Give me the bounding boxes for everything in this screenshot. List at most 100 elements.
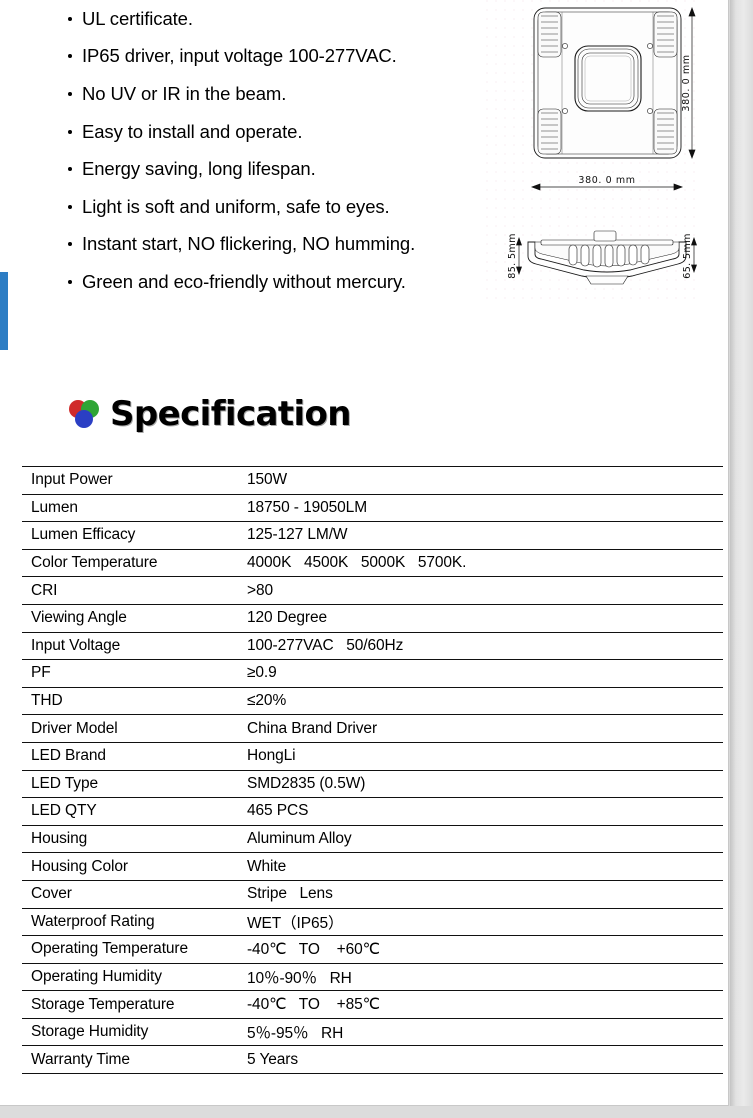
table-row: Housing Color White (22, 852, 723, 881)
feature-list-item: UL certificate. (66, 0, 486, 38)
spec-key: CRI (22, 576, 247, 605)
table-row: Input Power 150W (22, 466, 723, 495)
spec-value: White (247, 852, 723, 881)
specification-header: Specification (66, 394, 352, 434)
svg-text:85. 5mm: 85. 5mm (507, 233, 518, 278)
spec-value: SMD2835 (0.5W) (247, 769, 723, 799)
feature-list-item-label: Light is soft and uniform, safe to eyes. (82, 195, 390, 217)
table-row: PF ≥0.9 (22, 659, 723, 688)
spec-value: 100-277VAC 50/60Hz (247, 631, 723, 661)
table-row: Operating Temperature -40℃ TO +60℃ (22, 935, 723, 964)
table-row: Cover Stripe Lens (22, 879, 723, 909)
spec-key: LED Brand (22, 741, 247, 771)
feature-list-item-label: No UV or IR in the beam. (82, 82, 287, 104)
specification-table: Input Power 150W Lumen 18750 - 19050LM Lumen… (22, 466, 723, 1075)
table-row: Input Voltage 100-277VAC 50/60Hz (22, 631, 723, 661)
svg-text:65. 5mm: 65. 5mm (682, 233, 693, 278)
spec-key: Viewing Angle (22, 603, 247, 633)
spec-value: 150W (247, 466, 723, 495)
spec-value: 10％-90％ RH (247, 962, 723, 992)
spec-key: LED QTY (22, 797, 247, 826)
table-row: LED QTY 465 PCS (22, 797, 723, 826)
bullet-icon (68, 279, 72, 284)
spec-value: ≤20% (247, 686, 723, 716)
technical-drawing: 380. 0 mm 380. 0 mm 85. 5mm 65. 5mm (486, 0, 722, 300)
table-row: CRI >80 (22, 576, 723, 605)
spec-key: Waterproof Rating (22, 907, 247, 937)
table-row: Operating Humidity 10％-90％ RH (22, 962, 723, 992)
page-sheet: UL certificate. IP65 driver, input voltag… (0, 0, 729, 1106)
feature-list-item-label: Energy saving, long lifespan. (82, 158, 316, 180)
page-bottom-band (0, 1106, 753, 1118)
spec-value: >80 (247, 576, 723, 605)
bullet-icon (68, 16, 72, 21)
spec-key: Storage Temperature (22, 990, 247, 1019)
bullet-icon (68, 204, 72, 209)
spec-key: PF (22, 659, 247, 688)
spec-value: HongLi (247, 741, 723, 771)
spec-value: ≥0.9 (247, 659, 723, 688)
spec-value: Stripe Lens (247, 879, 723, 909)
bullet-icon (68, 242, 72, 247)
feature-list-item: IP65 driver, input voltage 100-277VAC. (66, 38, 486, 76)
spec-key: Input Voltage (22, 631, 247, 661)
feature-list-item: Instant start, NO flickering, NO humming… (66, 226, 486, 264)
table-row: Driver Model China Brand Driver (22, 714, 723, 743)
table-row: Storage Temperature -40℃ TO +85℃ (22, 990, 723, 1019)
feature-list-item-label: Green and eco-friendly without mercury. (82, 270, 406, 292)
spec-value: 4000K 4500K 5000K 5700K. (247, 548, 723, 578)
svg-text:380. 0 mm: 380. 0 mm (681, 54, 692, 111)
feature-list-item: No UV or IR in the beam. (66, 75, 486, 113)
table-row: Waterproof Rating WET（IP65） (22, 907, 723, 937)
rgb-circles-icon (69, 400, 99, 428)
spec-value: 465 PCS (247, 797, 723, 826)
spec-key: Housing (22, 824, 247, 854)
bullet-icon (68, 91, 72, 96)
spec-key: Driver Model (22, 714, 247, 743)
feature-list-item: Green and eco-friendly without mercury. (66, 263, 486, 301)
left-edge-accent-bar (0, 272, 8, 350)
spec-value: -40℃ TO +85℃ (247, 990, 723, 1019)
spec-key: Color Temperature (22, 548, 247, 578)
bullet-icon (68, 167, 72, 172)
document-page: UL certificate. IP65 driver, input voltag… (0, 0, 753, 1118)
spec-key: Storage Humidity (22, 1017, 247, 1047)
spec-key: LED Type (22, 769, 247, 799)
spec-key: Housing Color (22, 852, 247, 881)
table-row: THD ≤20% (22, 686, 723, 716)
table-row: Storage Humidity 5％-95％ RH (22, 1017, 723, 1047)
spec-key: THD (22, 686, 247, 716)
spec-value: 125-127 LM/W (247, 521, 723, 550)
page-title: Specification (110, 394, 352, 434)
table-row: Warranty Time 5 Years (22, 1045, 723, 1075)
feature-list: UL certificate. IP65 driver, input voltag… (66, 0, 486, 301)
spec-key: Lumen (22, 493, 247, 523)
bullet-icon (68, 54, 72, 59)
table-row: Viewing Angle 120 Degree (22, 603, 723, 633)
page-right-shadow-band (730, 0, 753, 1118)
spec-key: Lumen Efficacy (22, 521, 247, 550)
spec-value: Aluminum Alloy (247, 824, 723, 854)
spec-value: -40℃ TO +60℃ (247, 935, 723, 964)
spec-value: 120 Degree (247, 603, 723, 633)
spec-key: Operating Temperature (22, 935, 247, 964)
feature-list-item: Light is soft and uniform, safe to eyes. (66, 188, 486, 226)
table-row: Housing Aluminum Alloy (22, 824, 723, 854)
spec-key: Cover (22, 879, 247, 909)
spec-key: Operating Humidity (22, 962, 247, 992)
table-row: LED Type SMD2835 (0.5W) (22, 769, 723, 799)
svg-text:380. 0 mm: 380. 0 mm (578, 175, 635, 186)
spec-key: Warranty Time (22, 1045, 247, 1075)
table-row: Lumen 18750 - 19050LM (22, 493, 723, 523)
table-row: Color Temperature 4000K 4500K 5000K 5700K… (22, 548, 723, 578)
feature-list-item-label: Instant start, NO flickering, NO humming… (82, 233, 416, 255)
table-row: LED Brand HongLi (22, 741, 723, 771)
specification-table-body: Input Power 150W Lumen 18750 - 19050LM Lumen… (22, 466, 723, 1075)
feature-list-item: Easy to install and operate. (66, 113, 486, 151)
feature-list-item-label: Easy to install and operate. (82, 120, 303, 142)
table-row: Lumen Efficacy 125-127 LM/W (22, 521, 723, 550)
feature-list-item-label: IP65 driver, input voltage 100-277VAC. (82, 45, 397, 67)
spec-value: 5 Years (247, 1045, 723, 1075)
spec-value: 5％-95％ RH (247, 1017, 723, 1047)
bullet-icon (68, 129, 72, 134)
